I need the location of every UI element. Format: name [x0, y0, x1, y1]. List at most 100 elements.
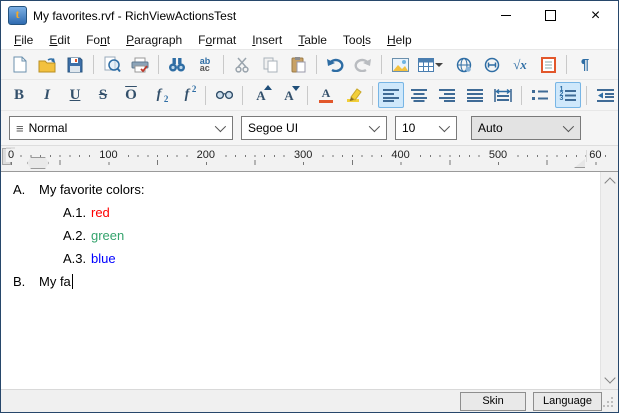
align-center-button[interactable]	[406, 82, 432, 108]
zoom-or-color-combobox[interactable]: Auto	[471, 116, 581, 140]
line-text: My favorite colors:	[39, 182, 144, 197]
superscript-button[interactable]: f2	[174, 82, 200, 108]
toolbar-separator	[586, 86, 587, 105]
font-color-button[interactable]: A	[313, 82, 339, 108]
document-area[interactable]: A.My favorite colors:A.1.redA.2.greenA.3…	[1, 172, 600, 389]
shrink-font-button[interactable]: A	[276, 82, 302, 108]
toolbar-separator	[381, 55, 382, 74]
close-button[interactable]: ×	[573, 1, 618, 30]
list-label: A.1.	[63, 205, 91, 220]
new-document-button[interactable]	[6, 52, 32, 78]
open-button[interactable]	[34, 52, 60, 78]
ruler-number: 100	[97, 149, 119, 162]
language-button[interactable]: Language	[533, 392, 602, 411]
decrease-indent-button[interactable]	[592, 82, 618, 108]
underline-button[interactable]: U	[62, 82, 88, 108]
insert-picture-button[interactable]	[387, 52, 413, 78]
list-label: A.2.	[63, 228, 91, 243]
bullet-list-icon	[532, 89, 548, 102]
insert-horizontal-line-button[interactable]	[479, 52, 505, 78]
print-button[interactable]	[127, 52, 153, 78]
paste-button[interactable]	[285, 52, 311, 78]
subscript-button[interactable]: f2	[146, 82, 172, 108]
pilcrow-icon: ¶	[581, 57, 589, 72]
replace-button[interactable]: abac	[192, 52, 218, 78]
list-label: B.	[13, 274, 39, 289]
redo-button[interactable]	[350, 52, 376, 78]
menu-table[interactable]: Table	[290, 31, 335, 49]
save-button[interactable]	[62, 52, 88, 78]
maximize-icon	[545, 10, 556, 21]
font-size-combobox[interactable]: 10	[395, 116, 457, 140]
scroll-up-icon[interactable]	[604, 177, 615, 188]
app-icon	[8, 6, 27, 25]
bold-button[interactable]: B	[6, 82, 32, 108]
overline-button[interactable]: O	[118, 82, 144, 108]
menu-help[interactable]: Help	[379, 31, 420, 49]
superscript-icon: f2	[185, 88, 190, 102]
align-right-button[interactable]	[434, 82, 460, 108]
paragraph-style-combobox[interactable]: ≡ Normal	[9, 116, 233, 140]
align-left-button[interactable]	[378, 82, 404, 108]
menu-file[interactable]: File	[6, 31, 41, 49]
left-indent-marker[interactable]	[27, 157, 49, 169]
ruler-number: 200	[195, 149, 217, 162]
highlight-button[interactable]	[341, 82, 367, 108]
menu-edit[interactable]: Edit	[41, 31, 78, 49]
caret-down-icon	[292, 86, 300, 91]
resize-grip[interactable]	[603, 397, 615, 409]
menu-tools[interactable]: Tools	[335, 31, 379, 49]
print-preview-button[interactable]	[99, 52, 125, 78]
insert-table-button[interactable]	[415, 52, 449, 78]
insert-hyperlink-button[interactable]	[451, 52, 477, 78]
list-label: A.3.	[63, 251, 91, 266]
numbered-list-button[interactable]: 123	[555, 82, 581, 108]
style-bar: ≡ Normal Segoe UI 10 Auto	[1, 110, 618, 145]
document-line[interactable]: B.My fa	[1, 270, 600, 293]
toolbar-separator	[307, 86, 308, 105]
skin-button[interactable]: Skin	[460, 392, 526, 411]
picture-icon	[392, 58, 409, 72]
vertical-scrollbar[interactable]	[600, 172, 618, 389]
bullet-list-button[interactable]	[527, 82, 553, 108]
grow-font-button[interactable]: A	[248, 82, 274, 108]
italic-button[interactable]: I	[34, 82, 60, 108]
document-line[interactable]: A.1.red	[1, 201, 600, 224]
insert-document-button[interactable]	[535, 52, 561, 78]
menu-format[interactable]: Format	[190, 31, 244, 49]
document-line[interactable]: A.My favorite colors:	[1, 178, 600, 201]
insert-equation-button[interactable]: √x	[507, 52, 533, 78]
binoculars-icon	[168, 57, 186, 72]
minimize-button[interactable]	[483, 1, 528, 30]
line-text: My fa	[39, 274, 71, 289]
font-size-value: 10	[402, 121, 415, 135]
new-document-icon	[12, 56, 27, 73]
font-color-icon: A	[319, 87, 333, 103]
find-button[interactable]	[164, 52, 190, 78]
scissors-icon	[235, 57, 250, 73]
line-text: green	[91, 228, 124, 243]
document-line[interactable]: A.2.green	[1, 224, 600, 247]
scroll-down-icon[interactable]	[604, 372, 615, 383]
paragraph-style-value: Normal	[29, 121, 68, 135]
menu-font[interactable]: Font	[78, 31, 118, 49]
chevron-down-icon	[215, 121, 226, 132]
font-name-combobox[interactable]: Segoe UI	[241, 116, 387, 140]
show-paragraph-marks-button[interactable]: ¶	[572, 52, 598, 78]
toolbar-separator	[566, 55, 567, 74]
undo-button[interactable]	[322, 52, 348, 78]
cut-button[interactable]	[229, 52, 255, 78]
strikethrough-button[interactable]: S	[90, 82, 116, 108]
menu-insert[interactable]: Insert	[244, 31, 290, 49]
character-style-button[interactable]	[211, 82, 237, 108]
list-label: A.	[13, 182, 39, 197]
maximize-button[interactable]	[528, 1, 573, 30]
print-preview-icon	[104, 56, 121, 73]
ruler-number: 0	[6, 149, 16, 162]
copy-button[interactable]	[257, 52, 283, 78]
justify-wide-button[interactable]	[490, 82, 516, 108]
document-line[interactable]: A.3.blue	[1, 247, 600, 270]
justify-button[interactable]	[462, 82, 488, 108]
horizontal-ruler[interactable]: 010020030040050060	[1, 145, 618, 171]
menu-paragraph[interactable]: Paragraph	[118, 31, 190, 49]
